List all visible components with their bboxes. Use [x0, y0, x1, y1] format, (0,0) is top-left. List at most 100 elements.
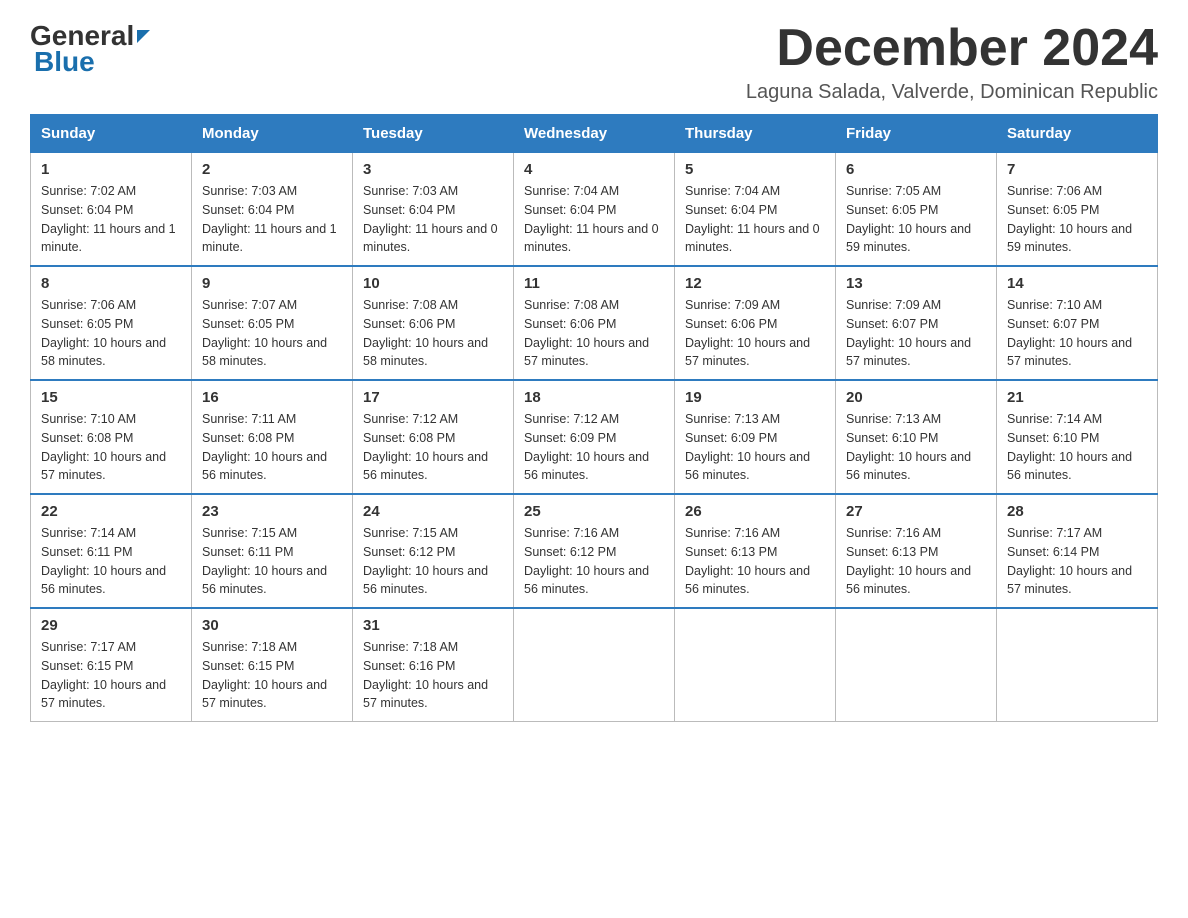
day-info: Sunrise: 7:12 AMSunset: 6:08 PMDaylight:… [363, 412, 488, 482]
calendar-cell: 28 Sunrise: 7:17 AMSunset: 6:14 PMDaylig… [997, 494, 1158, 608]
day-info: Sunrise: 7:11 AMSunset: 6:08 PMDaylight:… [202, 412, 327, 482]
day-info: Sunrise: 7:07 AMSunset: 6:05 PMDaylight:… [202, 298, 327, 368]
day-number: 31 [363, 617, 503, 634]
calendar-cell: 22 Sunrise: 7:14 AMSunset: 6:11 PMDaylig… [31, 494, 192, 608]
day-info: Sunrise: 7:14 AMSunset: 6:10 PMDaylight:… [1007, 412, 1132, 482]
calendar-cell: 9 Sunrise: 7:07 AMSunset: 6:05 PMDayligh… [192, 266, 353, 380]
day-number: 22 [41, 503, 181, 520]
calendar-cell [514, 608, 675, 722]
header-sunday: Sunday [31, 115, 192, 153]
day-number: 26 [685, 503, 825, 520]
day-number: 24 [363, 503, 503, 520]
calendar-cell: 1 Sunrise: 7:02 AMSunset: 6:04 PMDayligh… [31, 153, 192, 267]
day-number: 18 [524, 389, 664, 406]
calendar-cell: 6 Sunrise: 7:05 AMSunset: 6:05 PMDayligh… [836, 153, 997, 267]
header-thursday: Thursday [675, 115, 836, 153]
day-info: Sunrise: 7:08 AMSunset: 6:06 PMDaylight:… [363, 298, 488, 368]
month-title: December 2024 [746, 20, 1158, 77]
day-info: Sunrise: 7:18 AMSunset: 6:16 PMDaylight:… [363, 640, 488, 710]
calendar-cell: 13 Sunrise: 7:09 AMSunset: 6:07 PMDaylig… [836, 266, 997, 380]
day-info: Sunrise: 7:12 AMSunset: 6:09 PMDaylight:… [524, 412, 649, 482]
logo: General Blue [30, 20, 150, 78]
day-number: 5 [685, 161, 825, 178]
calendar-cell: 8 Sunrise: 7:06 AMSunset: 6:05 PMDayligh… [31, 266, 192, 380]
calendar-cell: 30 Sunrise: 7:18 AMSunset: 6:15 PMDaylig… [192, 608, 353, 722]
calendar-cell: 21 Sunrise: 7:14 AMSunset: 6:10 PMDaylig… [997, 380, 1158, 494]
day-info: Sunrise: 7:09 AMSunset: 6:06 PMDaylight:… [685, 298, 810, 368]
day-info: Sunrise: 7:13 AMSunset: 6:09 PMDaylight:… [685, 412, 810, 482]
header-tuesday: Tuesday [353, 115, 514, 153]
calendar-cell: 27 Sunrise: 7:16 AMSunset: 6:13 PMDaylig… [836, 494, 997, 608]
day-info: Sunrise: 7:18 AMSunset: 6:15 PMDaylight:… [202, 640, 327, 710]
day-info: Sunrise: 7:03 AMSunset: 6:04 PMDaylight:… [202, 184, 337, 254]
calendar-cell: 25 Sunrise: 7:16 AMSunset: 6:12 PMDaylig… [514, 494, 675, 608]
day-info: Sunrise: 7:05 AMSunset: 6:05 PMDaylight:… [846, 184, 971, 254]
day-number: 23 [202, 503, 342, 520]
calendar-cell: 10 Sunrise: 7:08 AMSunset: 6:06 PMDaylig… [353, 266, 514, 380]
calendar-cell [675, 608, 836, 722]
day-info: Sunrise: 7:04 AMSunset: 6:04 PMDaylight:… [685, 184, 820, 254]
day-number: 19 [685, 389, 825, 406]
calendar-cell: 24 Sunrise: 7:15 AMSunset: 6:12 PMDaylig… [353, 494, 514, 608]
day-number: 20 [846, 389, 986, 406]
day-number: 16 [202, 389, 342, 406]
calendar-cell: 18 Sunrise: 7:12 AMSunset: 6:09 PMDaylig… [514, 380, 675, 494]
title-section: December 2024 Laguna Salada, Valverde, D… [746, 20, 1158, 104]
day-number: 3 [363, 161, 503, 178]
day-info: Sunrise: 7:03 AMSunset: 6:04 PMDaylight:… [363, 184, 498, 254]
calendar-cell: 14 Sunrise: 7:10 AMSunset: 6:07 PMDaylig… [997, 266, 1158, 380]
location-subtitle: Laguna Salada, Valverde, Dominican Repub… [746, 81, 1158, 104]
header-monday: Monday [192, 115, 353, 153]
logo-blue: Blue [34, 46, 150, 78]
day-number: 10 [363, 275, 503, 292]
page-header: General Blue December 2024 Laguna Salada… [30, 20, 1158, 104]
day-number: 30 [202, 617, 342, 634]
day-info: Sunrise: 7:17 AMSunset: 6:15 PMDaylight:… [41, 640, 166, 710]
day-number: 12 [685, 275, 825, 292]
calendar-header: Sunday Monday Tuesday Wednesday Thursday… [31, 115, 1158, 153]
day-number: 11 [524, 275, 664, 292]
header-friday: Friday [836, 115, 997, 153]
day-info: Sunrise: 7:14 AMSunset: 6:11 PMDaylight:… [41, 526, 166, 596]
calendar-cell [997, 608, 1158, 722]
calendar-cell: 4 Sunrise: 7:04 AMSunset: 6:04 PMDayligh… [514, 153, 675, 267]
day-info: Sunrise: 7:06 AMSunset: 6:05 PMDaylight:… [41, 298, 166, 368]
day-info: Sunrise: 7:10 AMSunset: 6:08 PMDaylight:… [41, 412, 166, 482]
day-number: 29 [41, 617, 181, 634]
calendar-cell: 23 Sunrise: 7:15 AMSunset: 6:11 PMDaylig… [192, 494, 353, 608]
day-info: Sunrise: 7:10 AMSunset: 6:07 PMDaylight:… [1007, 298, 1132, 368]
day-number: 2 [202, 161, 342, 178]
calendar-cell: 20 Sunrise: 7:13 AMSunset: 6:10 PMDaylig… [836, 380, 997, 494]
day-info: Sunrise: 7:13 AMSunset: 6:10 PMDaylight:… [846, 412, 971, 482]
calendar-table: Sunday Monday Tuesday Wednesday Thursday… [30, 114, 1158, 722]
day-info: Sunrise: 7:15 AMSunset: 6:12 PMDaylight:… [363, 526, 488, 596]
day-info: Sunrise: 7:15 AMSunset: 6:11 PMDaylight:… [202, 526, 327, 596]
day-number: 14 [1007, 275, 1147, 292]
calendar-cell: 19 Sunrise: 7:13 AMSunset: 6:09 PMDaylig… [675, 380, 836, 494]
day-number: 8 [41, 275, 181, 292]
day-number: 9 [202, 275, 342, 292]
calendar-cell: 11 Sunrise: 7:08 AMSunset: 6:06 PMDaylig… [514, 266, 675, 380]
day-info: Sunrise: 7:08 AMSunset: 6:06 PMDaylight:… [524, 298, 649, 368]
day-info: Sunrise: 7:02 AMSunset: 6:04 PMDaylight:… [41, 184, 176, 254]
day-number: 21 [1007, 389, 1147, 406]
header-saturday: Saturday [997, 115, 1158, 153]
day-info: Sunrise: 7:16 AMSunset: 6:12 PMDaylight:… [524, 526, 649, 596]
day-number: 25 [524, 503, 664, 520]
day-info: Sunrise: 7:16 AMSunset: 6:13 PMDaylight:… [846, 526, 971, 596]
day-number: 7 [1007, 161, 1147, 178]
day-number: 6 [846, 161, 986, 178]
calendar-cell: 16 Sunrise: 7:11 AMSunset: 6:08 PMDaylig… [192, 380, 353, 494]
day-number: 17 [363, 389, 503, 406]
calendar-cell: 5 Sunrise: 7:04 AMSunset: 6:04 PMDayligh… [675, 153, 836, 267]
calendar-cell: 17 Sunrise: 7:12 AMSunset: 6:08 PMDaylig… [353, 380, 514, 494]
day-number: 15 [41, 389, 181, 406]
calendar-cell: 26 Sunrise: 7:16 AMSunset: 6:13 PMDaylig… [675, 494, 836, 608]
calendar-cell: 3 Sunrise: 7:03 AMSunset: 6:04 PMDayligh… [353, 153, 514, 267]
calendar-cell: 15 Sunrise: 7:10 AMSunset: 6:08 PMDaylig… [31, 380, 192, 494]
calendar-body: 1 Sunrise: 7:02 AMSunset: 6:04 PMDayligh… [31, 153, 1158, 722]
day-number: 27 [846, 503, 986, 520]
day-info: Sunrise: 7:04 AMSunset: 6:04 PMDaylight:… [524, 184, 659, 254]
day-info: Sunrise: 7:06 AMSunset: 6:05 PMDaylight:… [1007, 184, 1132, 254]
day-number: 4 [524, 161, 664, 178]
